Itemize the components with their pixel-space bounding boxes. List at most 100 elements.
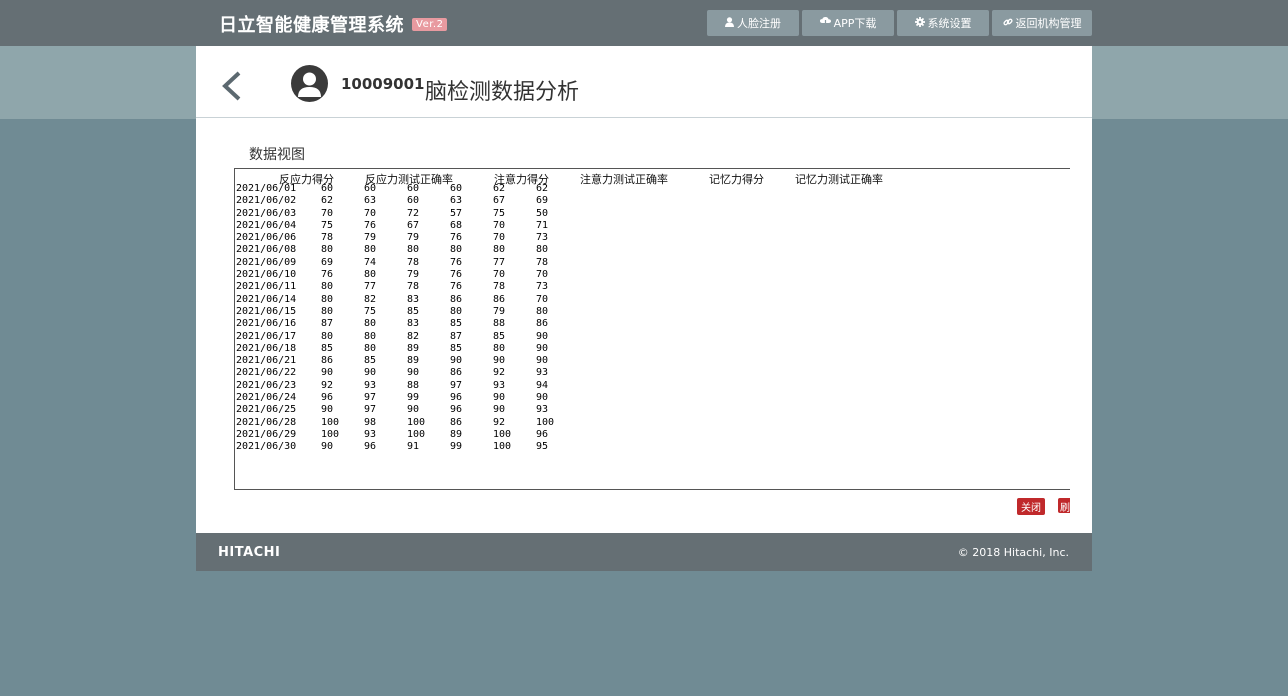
value-cell: 95 bbox=[536, 441, 549, 453]
app-download-label: APP下载 bbox=[833, 17, 877, 30]
date-cell: 2021/06/25 bbox=[236, 404, 297, 416]
date-cell: 2021/06/29 bbox=[236, 428, 297, 440]
value-cell: 62 bbox=[493, 183, 506, 194]
value-cell: 96 bbox=[536, 428, 549, 440]
value-cell: 85 bbox=[407, 305, 420, 317]
top-nav: 人脸注册 APP下载 系统设置 返回机构管理 bbox=[707, 10, 1092, 36]
value-cell: 70 bbox=[364, 207, 377, 219]
value-cell: 79 bbox=[364, 232, 377, 244]
value-cell: 73 bbox=[536, 281, 549, 293]
value-cell: 91 bbox=[407, 441, 420, 453]
value-cell: 90 bbox=[321, 441, 334, 453]
back-button[interactable] bbox=[220, 70, 244, 102]
value-cell: 60 bbox=[321, 183, 334, 194]
copyright: © 2018 Hitachi, Inc. bbox=[957, 546, 1069, 559]
date-cell: 2021/06/24 bbox=[236, 392, 297, 404]
value-cell: 92 bbox=[493, 416, 506, 428]
value-cell: 85 bbox=[450, 342, 463, 354]
date-cell: 2021/06/10 bbox=[236, 269, 297, 281]
value-cell: 80 bbox=[321, 244, 334, 256]
value-cell: 90 bbox=[536, 342, 549, 354]
value-cell: 82 bbox=[407, 330, 420, 342]
value-cell: 83 bbox=[407, 293, 420, 305]
page-title: 脑检测数据分析 bbox=[425, 80, 580, 105]
date-cell: 2021/06/04 bbox=[236, 219, 297, 231]
value-cell: 90 bbox=[536, 330, 549, 342]
value-cell: 62 bbox=[321, 195, 334, 207]
value-cell: 82 bbox=[364, 293, 377, 305]
date-cell: 2021/06/11 bbox=[236, 281, 297, 293]
value-cell: 78 bbox=[321, 232, 334, 244]
value-cell: 83 bbox=[407, 318, 420, 330]
date-cell: 2021/06/15 bbox=[236, 305, 297, 317]
value-cell: 71 bbox=[536, 219, 549, 231]
value-cell: 80 bbox=[364, 244, 377, 256]
back-to-org-label: 返回机构管理 bbox=[1015, 17, 1082, 30]
value-cell: 93 bbox=[536, 404, 549, 416]
secondary-button[interactable]: 刷 bbox=[1058, 498, 1070, 513]
value-cell: 85 bbox=[321, 342, 334, 354]
value-cell: 76 bbox=[450, 281, 463, 293]
value-cell: 79 bbox=[407, 232, 420, 244]
date-cell: 2021/06/16 bbox=[236, 318, 297, 330]
value-cell: 80 bbox=[321, 281, 334, 293]
value-cell: 76 bbox=[450, 269, 463, 281]
user-icon bbox=[725, 16, 734, 30]
value-cell: 87 bbox=[450, 330, 463, 342]
date-cell: 2021/06/09 bbox=[236, 256, 297, 268]
value-cell: 74 bbox=[364, 256, 377, 268]
value-cell: 79 bbox=[407, 269, 420, 281]
value-cell: 79 bbox=[493, 305, 506, 317]
value-cell: 92 bbox=[493, 367, 506, 379]
data-view[interactable]: 反应力得分 反应力测试正确率 注意力得分 注意力测试正确率 记忆力得分 记忆力测… bbox=[234, 168, 1070, 490]
value-cell: 60 bbox=[364, 183, 377, 194]
gear-icon bbox=[914, 16, 925, 30]
value-cell: 80 bbox=[321, 330, 334, 342]
value-cell: 73 bbox=[536, 232, 549, 244]
value-cell: 78 bbox=[407, 281, 420, 293]
value-cell: 100 bbox=[493, 441, 512, 453]
value-cell: 76 bbox=[450, 256, 463, 268]
value-cell: 93 bbox=[364, 428, 377, 440]
face-register-button[interactable]: 人脸注册 bbox=[707, 10, 799, 36]
date-cell: 2021/06/08 bbox=[236, 244, 297, 256]
column-header: 注意力测试正确率 bbox=[580, 173, 668, 186]
title-area: 10009001 脑检测数据分析 bbox=[196, 46, 1092, 118]
version-badge: Ver.2 bbox=[412, 17, 448, 31]
value-cell: 70 bbox=[321, 207, 334, 219]
value-cell: 60 bbox=[450, 183, 463, 194]
value-cell: 100 bbox=[493, 428, 512, 440]
value-cell: 94 bbox=[536, 379, 549, 391]
value-cell: 97 bbox=[450, 379, 463, 391]
value-cell: 80 bbox=[321, 293, 334, 305]
value-cell: 97 bbox=[364, 404, 377, 416]
value-cell: 78 bbox=[407, 256, 420, 268]
value-cell: 67 bbox=[407, 219, 420, 231]
value-cell: 80 bbox=[450, 305, 463, 317]
value-cell: 67 bbox=[493, 195, 506, 207]
value-cell: 88 bbox=[407, 379, 420, 391]
value-cell: 90 bbox=[536, 392, 549, 404]
app-download-button[interactable]: APP下载 bbox=[802, 10, 894, 36]
value-cell: 76 bbox=[450, 232, 463, 244]
value-cell: 78 bbox=[536, 256, 549, 268]
value-cell: 90 bbox=[321, 404, 334, 416]
system-settings-button[interactable]: 系统设置 bbox=[897, 10, 989, 36]
value-cell: 60 bbox=[407, 183, 420, 194]
value-cell: 96 bbox=[364, 441, 377, 453]
value-cell: 86 bbox=[536, 318, 549, 330]
value-cell: 86 bbox=[450, 293, 463, 305]
value-cell: 85 bbox=[450, 318, 463, 330]
value-cell: 68 bbox=[450, 219, 463, 231]
value-cell: 80 bbox=[364, 318, 377, 330]
value-cell: 72 bbox=[407, 207, 420, 219]
value-cell: 86 bbox=[321, 355, 334, 367]
back-to-org-button[interactable]: 返回机构管理 bbox=[992, 10, 1092, 36]
value-cell: 87 bbox=[321, 318, 334, 330]
close-button[interactable]: 关闭 bbox=[1017, 498, 1045, 515]
footer-logo: HITACHI bbox=[218, 545, 281, 560]
value-cell: 62 bbox=[536, 183, 549, 194]
system-settings-label: 系统设置 bbox=[927, 17, 972, 30]
date-cell: 2021/06/18 bbox=[236, 342, 297, 354]
value-cell: 60 bbox=[407, 195, 420, 207]
